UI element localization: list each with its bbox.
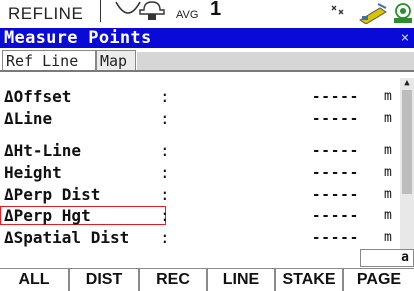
field-value: ----- — [312, 230, 360, 246]
fkey-all-button[interactable]: ALL — [0, 269, 68, 291]
field-unit: m — [384, 111, 392, 126]
field-label: ΔPerp Dist — [4, 185, 101, 204]
fkey-line-button[interactable]: LINE — [208, 269, 274, 291]
field-colon: : — [160, 185, 170, 204]
close-icon[interactable]: × — [398, 30, 412, 46]
window-title: Measure Points — [4, 28, 152, 48]
field-label: Height — [4, 163, 62, 182]
scrollbar[interactable]: ▲ ▼ — [400, 78, 414, 260]
tab-strip-filler — [137, 52, 414, 70]
input-mode-indicator: a — [360, 249, 414, 267]
field-label: ΔLine — [4, 109, 53, 128]
status-divider — [100, 0, 101, 22]
field-row-spatial-dist[interactable]: ΔSpatial Dist : ----- m — [0, 227, 398, 249]
field-unit: m — [384, 89, 392, 104]
field-unit: m — [384, 143, 392, 158]
field-row-height[interactable]: Height : ----- m — [0, 162, 398, 184]
radio-icon — [331, 5, 344, 15]
field-colon: : — [160, 109, 170, 128]
field-colon: : — [160, 141, 170, 160]
field-label: ΔOffset — [4, 87, 72, 106]
field-unit: m — [384, 230, 392, 245]
avg-label: AVG — [176, 9, 199, 21]
field-row-ht-line[interactable]: ΔHt-Line : ----- m — [0, 140, 398, 162]
field-value: ----- — [312, 111, 360, 127]
fkey-dist-button[interactable]: DIST — [70, 269, 138, 291]
field-label: ΔHt-Line — [4, 141, 82, 160]
measurement-list: ΔOffset : ----- m ΔLine : ----- m ΔHt-Li… — [0, 72, 398, 262]
tab-map[interactable]: Map — [96, 50, 136, 71]
field-value: ----- — [312, 187, 360, 203]
field-row-line[interactable]: ΔLine : ----- m — [0, 108, 398, 130]
field-value: ----- — [312, 89, 360, 105]
app-mode-label: REFLINE — [8, 4, 84, 23]
field-unit: m — [384, 165, 392, 180]
tab-bar: Ref Line Map — [0, 48, 414, 72]
tab-ref-line[interactable]: Ref Line — [2, 50, 96, 71]
scroll-up-icon[interactable]: ▲ — [400, 78, 414, 88]
field-colon: : — [160, 163, 170, 182]
function-key-bar: ALL DIST REC LINE STAKE PAGE — [0, 268, 414, 291]
field-row-perp-hgt[interactable]: ΔPerp Hgt : ----- m — [0, 205, 398, 227]
field-value: ----- — [312, 165, 360, 181]
field-value: ----- — [312, 208, 360, 224]
field-row-perp-dist[interactable]: ΔPerp Dist : ----- m — [0, 184, 398, 206]
field-row-offset[interactable]: ΔOffset : ----- m — [0, 86, 398, 108]
status-bar: REFLINE AVG 1 — [0, 0, 414, 28]
avg-count: 1 — [210, 0, 222, 20]
title-bar: Measure Points × — [0, 28, 414, 48]
field-unit: m — [384, 187, 392, 202]
field-unit: m — [384, 208, 392, 223]
fkey-rec-button[interactable]: REC — [140, 269, 206, 291]
fkey-page-button[interactable]: PAGE — [344, 269, 414, 291]
satellite-icon — [115, 1, 165, 20]
field-label: ΔPerp Hgt — [4, 206, 91, 225]
fkey-stake-button[interactable]: STAKE — [276, 269, 342, 291]
field-colon: : — [160, 87, 170, 106]
field-label: ΔSpatial Dist — [4, 228, 130, 247]
field-colon: : — [160, 228, 170, 247]
instrument-icon — [359, 3, 387, 24]
field-colon: : — [160, 206, 170, 225]
screen: REFLINE AVG 1 Measure Points × Ref Line … — [0, 0, 414, 291]
field-value: ----- — [312, 143, 360, 159]
scroll-thumb[interactable] — [402, 90, 412, 194]
battery-icon — [394, 3, 412, 23]
